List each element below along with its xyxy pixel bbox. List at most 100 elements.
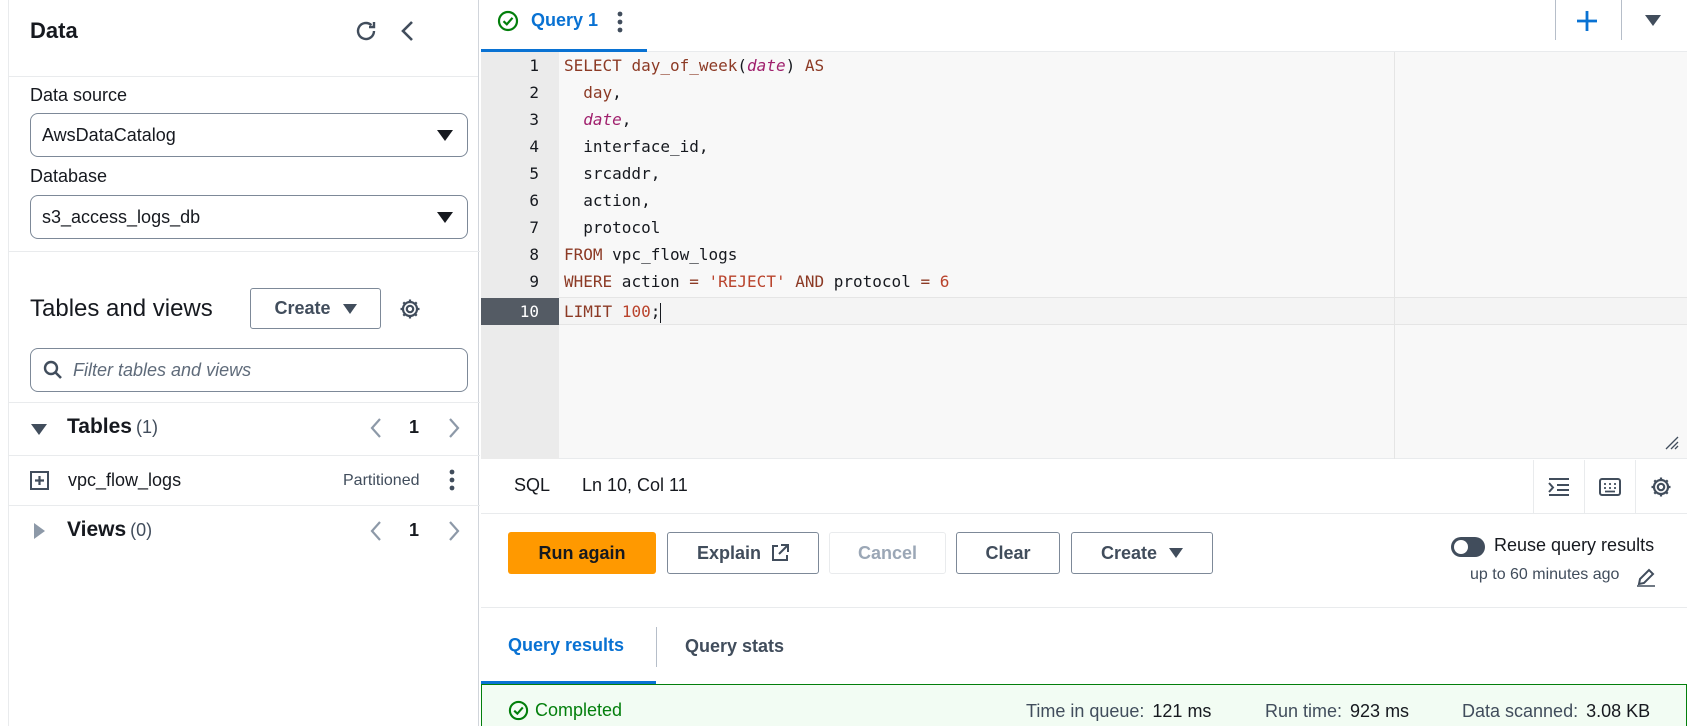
sql-token-keyword: LIMIT	[564, 302, 613, 321]
indent-icon[interactable]	[1533, 460, 1584, 514]
time-in-queue-label: Time in queue:	[1026, 701, 1145, 721]
query-status-bar: Completed Time in queue: 121 ms Run time:…	[481, 684, 1687, 726]
divider	[1621, 0, 1622, 40]
cancel-button[interactable]: Cancel	[829, 532, 946, 574]
expand-box-icon[interactable]	[30, 471, 49, 495]
kebab-icon[interactable]	[617, 11, 623, 38]
settings-icon[interactable]	[1635, 460, 1686, 514]
code-line: WHERE action = 'REJECT' AND protocol = 6	[564, 272, 950, 291]
toggle-knob	[1454, 540, 1468, 554]
settings-icon[interactable]	[397, 296, 423, 322]
explain-label: Explain	[696, 542, 762, 563]
caret-down-icon[interactable]	[1641, 10, 1665, 32]
tables-page-number[interactable]: 1	[409, 417, 419, 438]
line-number: 2	[529, 83, 539, 102]
table-name[interactable]: vpc_flow_logs	[68, 470, 181, 491]
sql-token-function: day_of_week	[631, 56, 738, 75]
create-button[interactable]: Create	[1071, 532, 1213, 574]
line-number: 1	[529, 56, 539, 75]
database-select[interactable]: s3_access_logs_db	[30, 195, 468, 239]
triangle-right-icon[interactable]	[34, 523, 45, 544]
code-line: date,	[583, 110, 632, 129]
divider	[9, 251, 480, 252]
line-number-gutter: 1 2 3 4 5 6 7 8 9 10	[481, 52, 559, 459]
sql-token-number: 100	[621, 302, 651, 321]
chevron-left-icon[interactable]	[366, 416, 386, 440]
caret-down-icon	[437, 130, 453, 141]
explain-button[interactable]: Explain	[667, 532, 819, 574]
filter-tables-input-wrapper	[30, 348, 468, 392]
time-in-queue: Time in queue: 121 ms	[1026, 701, 1211, 722]
clear-label: Clear	[985, 542, 1031, 563]
views-section-title: Views (0)	[67, 518, 152, 542]
line-number-active: 10	[481, 298, 559, 325]
language-indicator: SQL	[514, 475, 551, 495]
data-source-label: Data source	[30, 85, 128, 105]
divider	[1555, 0, 1556, 40]
line-number: 7	[529, 218, 539, 237]
code-line: FROM vpc_flow_logs	[564, 245, 738, 264]
line-number: 6	[529, 191, 539, 210]
check-circle-icon	[497, 10, 519, 37]
search-icon	[43, 360, 63, 385]
views-count: (0)	[130, 520, 153, 540]
views-section-header[interactable]: Views (0) 1	[9, 505, 480, 557]
tables-count: (1)	[135, 417, 158, 437]
code-line: protocol	[564, 218, 661, 237]
tab-query-1[interactable]: Query 1	[481, 0, 647, 52]
tables-section-header[interactable]: Tables (1) 1	[9, 402, 480, 454]
caret-down-icon	[437, 212, 453, 223]
chevron-right-icon[interactable]	[444, 416, 464, 440]
data-scanned-value: 3.08 KB	[1586, 701, 1651, 721]
chevron-right-icon[interactable]	[444, 519, 464, 543]
reuse-results-toggle[interactable]	[1451, 537, 1485, 557]
data-source-select[interactable]: AwsDataCatalog	[30, 113, 468, 157]
divider	[656, 627, 657, 667]
sql-token-number: 6	[939, 272, 950, 291]
status-badge: Completed	[508, 700, 622, 721]
data-source-value: AwsDataCatalog	[42, 124, 176, 145]
chevron-left-icon[interactable]	[366, 519, 386, 543]
reuse-results-duration: up to 60 minutes ago	[1470, 566, 1620, 583]
print-margin	[1394, 52, 1395, 459]
sql-token-keyword: SELECT	[564, 56, 622, 75]
sql-editor[interactable]: 1 2 3 4 5 6 7 8 9 10 SELECT day_of_week(…	[481, 52, 1687, 459]
filter-tables-input[interactable]	[73, 349, 453, 391]
tab-query-stats[interactable]: Query stats	[685, 609, 784, 684]
views-page-number[interactable]: 1	[409, 520, 419, 541]
collapse-icon[interactable]	[395, 18, 421, 44]
edit-icon[interactable]	[1636, 567, 1656, 592]
code-line: LIMIT 100;	[564, 302, 662, 323]
data-panel: Data Data source AwsDataCatalog Database…	[8, 0, 480, 726]
triangle-down-icon[interactable]	[31, 423, 47, 441]
refresh-icon[interactable]	[353, 18, 379, 44]
sql-token-operator: =	[920, 272, 931, 291]
database-label: Database	[30, 166, 108, 186]
code-line: action,	[564, 191, 651, 210]
plus-icon[interactable]	[1574, 8, 1600, 34]
code-line: SELECT day_of_week(date) AS	[564, 56, 825, 75]
resize-icon[interactable]	[1665, 435, 1679, 454]
table-list-item[interactable]: vpc_flow_logs Partitioned	[9, 456, 480, 506]
cursor-position: Ln 10, Col 11	[582, 475, 688, 495]
tab-query-1-label: Query 1	[531, 10, 599, 30]
editor-status-bar: SQL Ln 10, Col 11	[481, 460, 1687, 514]
keyboard-icon[interactable]	[1584, 460, 1635, 514]
run-again-button[interactable]: Run again	[508, 532, 656, 574]
tab-query-results[interactable]: Query results	[481, 609, 656, 684]
kebab-icon[interactable]	[449, 469, 455, 496]
data-scanned: Data scanned: 3.08 KB	[1462, 701, 1650, 722]
reuse-results-label: Reuse query results	[1494, 535, 1655, 555]
tables-and-views-title: Tables and views	[30, 295, 213, 322]
run-time-label: Run time:	[1265, 701, 1343, 721]
create-table-button[interactable]: Create	[250, 288, 381, 329]
active-line-highlight	[559, 297, 1687, 325]
sql-token-string: 'REJECT'	[708, 272, 786, 291]
sql-token-identifier: date	[747, 56, 786, 75]
line-number: 4	[529, 137, 539, 156]
tables-label: Tables	[67, 415, 132, 438]
clear-button[interactable]: Clear	[956, 532, 1060, 574]
status-text: Completed	[535, 700, 623, 720]
line-number: 3	[529, 110, 539, 129]
external-link-icon	[771, 544, 790, 562]
